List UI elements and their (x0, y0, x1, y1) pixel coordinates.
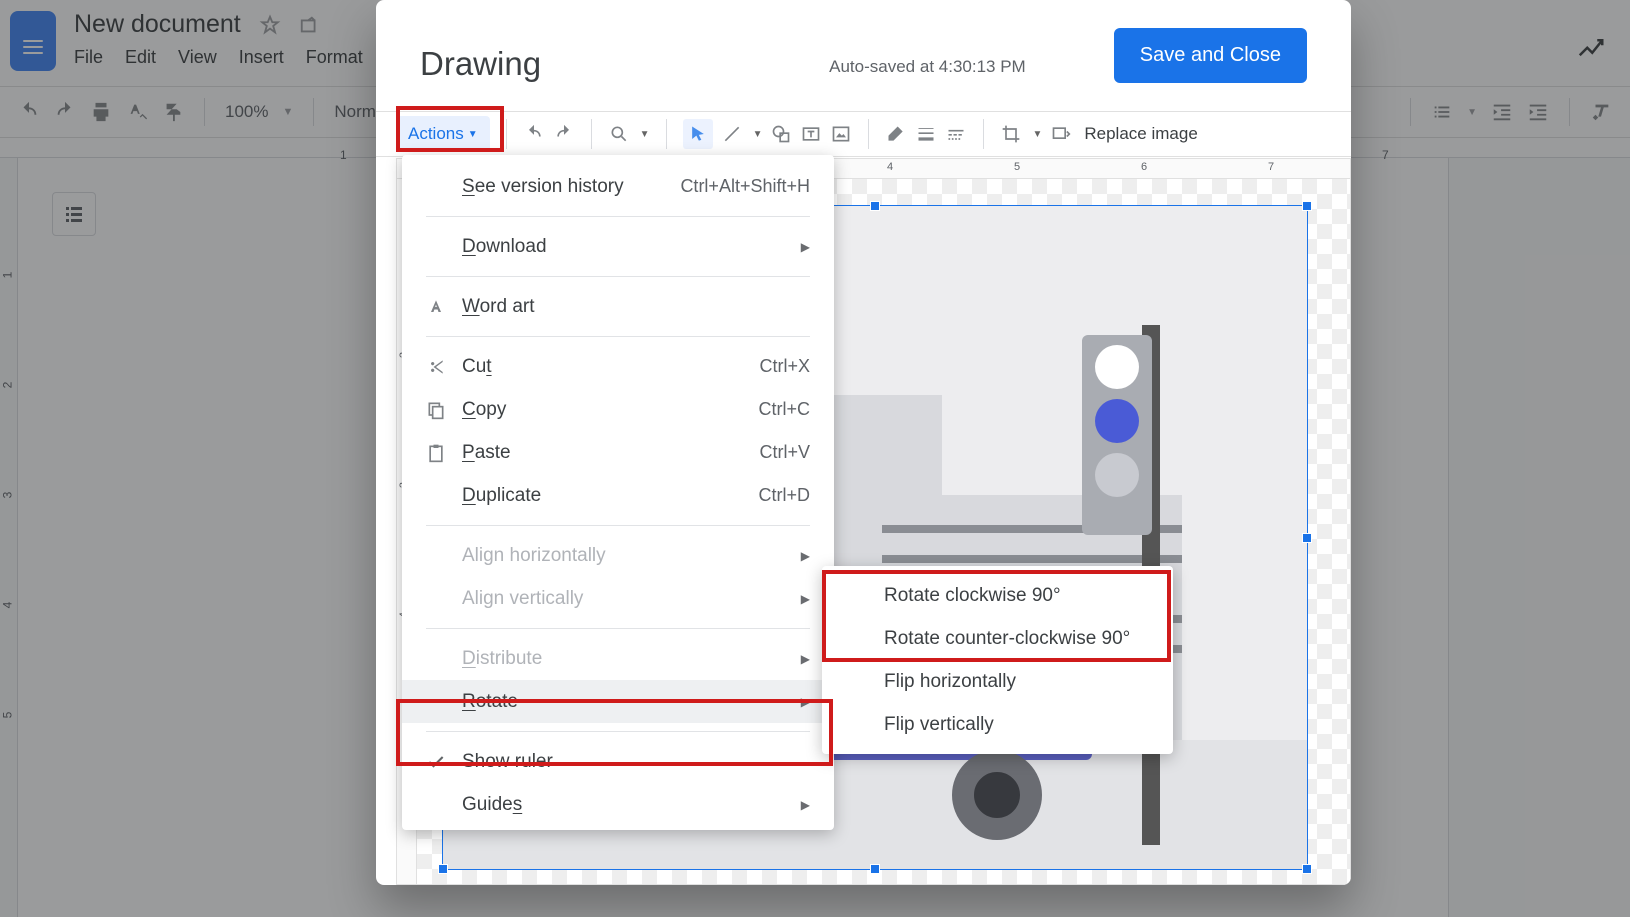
resize-handle[interactable] (1302, 201, 1312, 211)
redo-icon[interactable] (553, 123, 575, 145)
textbox-tool-icon[interactable] (800, 123, 822, 145)
menu-item-word-art[interactable]: Word art (402, 285, 834, 328)
drawing-toolbar: Actions▼ ▼ ▼ ▼ Replace image (376, 111, 1351, 157)
menu-item-copy[interactable]: Copy Ctrl+C (402, 388, 834, 431)
menu-item-duplicate[interactable]: Duplicate Ctrl+D (402, 474, 834, 517)
submenu-flip-v[interactable]: Flip vertically (822, 703, 1173, 746)
zoom-icon[interactable] (608, 123, 630, 145)
wordart-icon (426, 297, 462, 317)
rotate-submenu: Rotate clockwise 90° Rotate counter-cloc… (822, 566, 1173, 754)
autosave-status: Auto-saved at 4:30:13 PM (829, 57, 1026, 77)
undo-icon[interactable] (523, 123, 545, 145)
border-color-icon[interactable] (885, 123, 907, 145)
menu-item-align-vertically: Align vertically ▶ (402, 577, 834, 620)
submenu-rotate-cw[interactable]: Rotate clockwise 90° (822, 574, 1173, 617)
cut-icon (426, 357, 462, 377)
menu-item-cut[interactable]: Cut Ctrl+X (402, 345, 834, 388)
menu-item-version-history[interactable]: See version history Ctrl+Alt+Shift+H (402, 165, 834, 208)
line-tool-icon[interactable] (721, 123, 743, 145)
border-weight-icon[interactable] (915, 123, 937, 145)
select-tool-icon[interactable] (683, 119, 713, 149)
check-icon (426, 752, 462, 772)
menu-item-distribute: Distribute ▶ (402, 637, 834, 680)
resize-handle[interactable] (1302, 533, 1312, 543)
copy-icon (426, 400, 462, 420)
resize-handle[interactable] (870, 201, 880, 211)
resize-handle[interactable] (438, 864, 448, 874)
shape-tool-icon[interactable] (770, 123, 792, 145)
menu-item-align-horizontally: Align horizontally ▶ (402, 534, 834, 577)
submenu-flip-h[interactable]: Flip horizontally (822, 660, 1173, 703)
menu-item-show-ruler[interactable]: Show ruler (402, 740, 834, 783)
menu-item-guides[interactable]: Guides ▶ (402, 783, 834, 826)
resize-handle[interactable] (1302, 864, 1312, 874)
crop-icon[interactable] (1000, 123, 1022, 145)
menu-item-download[interactable]: Download ▶ (402, 225, 834, 268)
menu-item-rotate[interactable]: Rotate ▶ (402, 680, 834, 723)
actions-menu-button[interactable]: Actions▼ (396, 116, 490, 152)
resize-handle[interactable] (870, 864, 880, 874)
save-and-close-button[interactable]: Save and Close (1114, 28, 1307, 83)
submenu-rotate-ccw[interactable]: Rotate counter-clockwise 90° (822, 617, 1173, 660)
paste-icon (426, 443, 462, 463)
modal-title: Drawing (420, 45, 541, 83)
menu-item-paste[interactable]: Paste Ctrl+V (402, 431, 834, 474)
image-tool-icon[interactable] (830, 123, 852, 145)
border-dash-icon[interactable] (945, 123, 967, 145)
replace-image-icon[interactable] (1050, 123, 1072, 145)
actions-dropdown-menu: See version history Ctrl+Alt+Shift+H Dow… (402, 155, 834, 830)
replace-image-label[interactable]: Replace image (1084, 124, 1197, 144)
